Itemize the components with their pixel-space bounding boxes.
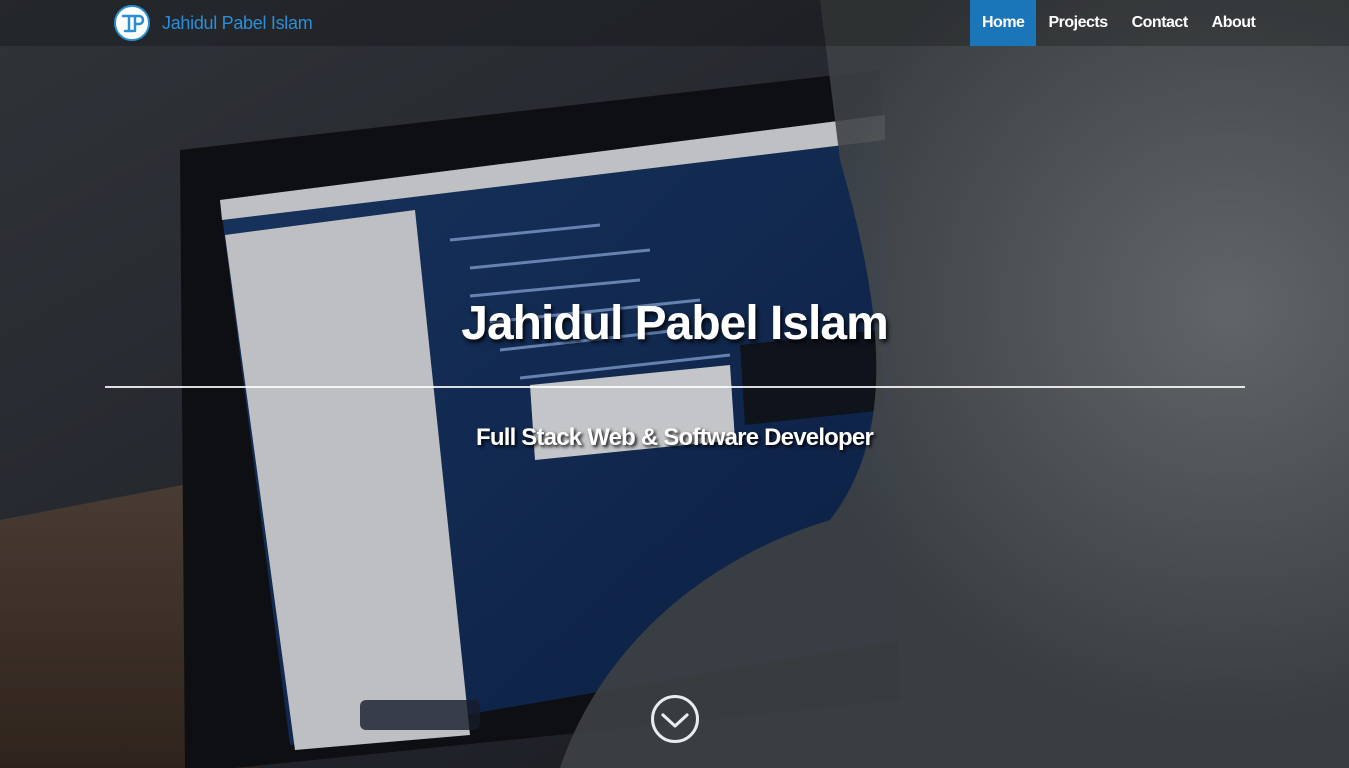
brand-logo-icon — [114, 5, 150, 41]
nav-contact[interactable]: Contact — [1120, 0, 1200, 46]
nav-about[interactable]: About — [1200, 0, 1268, 46]
main-nav: Home Projects Contact About — [970, 0, 1267, 46]
nav-projects[interactable]: Projects — [1036, 0, 1119, 46]
brand-link[interactable]: Jahidul Pabel Islam — [114, 3, 313, 43]
hero-subtitle: Full Stack Web & Software Developer — [475, 424, 874, 451]
brand-name: Jahidul Pabel Islam — [162, 12, 313, 33]
hero-section: Jahidul Pabel Islam Home Projects Contac… — [0, 0, 1349, 768]
scroll-down-button[interactable] — [650, 694, 700, 744]
hero-title: Jahidul Pabel Islam — [461, 297, 889, 350]
nav-home[interactable]: Home — [970, 0, 1037, 46]
background-dim-overlay — [0, 0, 1349, 768]
top-navbar: Jahidul Pabel Islam Home Projects Contac… — [0, 0, 1349, 46]
chevron-down-circle-icon — [651, 695, 699, 743]
hero-divider — [105, 386, 1245, 388]
